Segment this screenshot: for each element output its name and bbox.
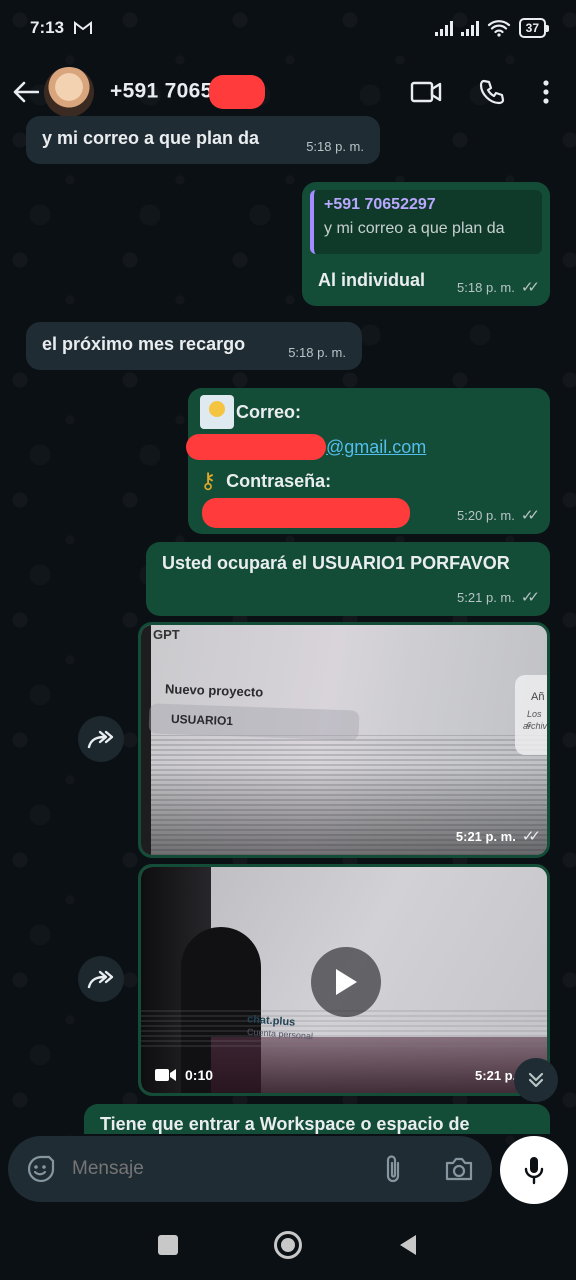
duration-text: 0:10 [185, 1067, 214, 1083]
forward-button[interactable] [78, 716, 124, 762]
photo-content: GPT Nuevo proyecto USUARIO1 Añ Los c arc… [141, 625, 547, 855]
more-options-icon[interactable] [542, 79, 550, 105]
message-incoming[interactable]: el próximo mes recargo 5:18 p. m. [26, 322, 362, 370]
voice-message-button[interactable] [500, 1136, 568, 1204]
gmail-icon [74, 21, 93, 34]
forward-icon [87, 730, 114, 749]
person-emoji-icon [200, 395, 234, 429]
message-text: el próximo mes recargo [42, 334, 246, 354]
message-input[interactable] [72, 1158, 322, 1180]
play-button[interactable] [311, 947, 381, 1017]
message-text: y mi correo a que plan da [42, 128, 260, 148]
message-time: 5:21 p. m. [457, 589, 515, 605]
status-bar: 7:13 37 [0, 0, 576, 56]
video-camera-icon [155, 1069, 176, 1081]
forward-icon [87, 970, 114, 989]
message-meta: 5:21 p. m. ✓✓ [455, 827, 541, 845]
photo-text: GPT [153, 627, 180, 642]
password-label: Contraseña: [226, 470, 332, 491]
message-meta: 5:20 p. m. ✓✓ [457, 506, 540, 524]
quoted-message[interactable]: +591 70652297 y mi correo a que plan da [310, 190, 542, 254]
message-clip: Tiene que entrar a Workspace o espacio d… [0, 1100, 576, 1134]
double-check-icon: ✓✓ [520, 279, 540, 296]
message-time: 5:20 p. m. [457, 507, 515, 523]
redaction-mark [186, 434, 326, 460]
status-time: 7:13 [30, 18, 65, 37]
message-outgoing-credentials[interactable]: Correo: @gmail.com ⚷ Contraseña: 5:20 p.… [186, 388, 550, 534]
message-incoming[interactable]: y mi correo a que plan da 5:18 p. m. [26, 116, 380, 164]
message-meta: 5:18 p. m. ✓✓ [457, 278, 540, 296]
signal-icon [434, 20, 453, 36]
back-triangle-icon[interactable] [398, 1234, 418, 1256]
double-chevron-down-icon [528, 1072, 544, 1088]
system-navigation-bar [0, 1210, 576, 1280]
email-label: Correo: [236, 401, 302, 422]
message-meta: 5:21 p. m. ✓✓ [457, 588, 540, 606]
contact-name-text: +591 7065 [110, 79, 213, 103]
signal-icon [460, 20, 479, 36]
redaction-mark [208, 75, 265, 109]
play-icon [336, 969, 357, 995]
arrow-left-icon [13, 81, 39, 103]
message-time: 5:18 p. m. [288, 345, 346, 360]
scroll-to-bottom-button[interactable] [514, 1058, 558, 1102]
attach-icon[interactable] [384, 1154, 402, 1184]
photo-text: USUARIO1 [170, 711, 234, 729]
message-time: 5:18 p. m. [457, 279, 515, 295]
quoted-sender: +591 70652297 [324, 196, 436, 213]
double-check-icon: ✓✓ [521, 828, 541, 845]
sticker-emoji-icon[interactable] [26, 1154, 56, 1184]
redaction-mark [202, 498, 410, 528]
photo-text: archiv [523, 721, 548, 731]
image-message[interactable]: GPT Nuevo proyecto USUARIO1 Añ Los c arc… [138, 622, 550, 858]
video-duration: 0:10 [155, 1067, 213, 1083]
double-check-icon: ✓✓ [520, 589, 540, 606]
contact-name[interactable]: +591 7065 [110, 75, 265, 109]
message-composer [8, 1136, 492, 1202]
home-button[interactable] [274, 1231, 302, 1259]
message-text: Tiene que entrar a Workspace o espacio d… [100, 1114, 470, 1134]
message-text: Usted ocupará el USUARIO1 PORFAVOR [162, 553, 510, 573]
message-time: 5:18 p. m. [306, 139, 364, 154]
key-icon: ⚷ [200, 468, 217, 493]
photo-text: Añ [531, 691, 545, 703]
double-check-icon: ✓✓ [520, 507, 540, 524]
video-call-icon[interactable] [410, 81, 442, 103]
battery-icon: 37 [518, 18, 550, 38]
avatar[interactable] [44, 67, 94, 117]
microphone-icon [524, 1157, 544, 1185]
camera-icon[interactable] [444, 1156, 474, 1182]
message-outgoing-reply[interactable]: +591 70652297 y mi correo a que plan da … [302, 182, 550, 306]
wifi-icon [487, 20, 510, 37]
forward-button[interactable] [78, 956, 124, 1002]
photo-text: Nuevo proyecto [164, 681, 264, 700]
recent-apps-button[interactable] [158, 1235, 178, 1255]
message-time: 5:21 p. m. [455, 828, 516, 844]
back-button[interactable] [12, 78, 40, 106]
phone-call-icon[interactable] [478, 78, 506, 106]
video-message[interactable]: chat.plus Cuenta personal 0:10 5:21 p. m… [138, 864, 550, 1096]
quoted-text: y mi correo a que plan da [324, 220, 505, 237]
message-outgoing[interactable]: Usted ocupará el USUARIO1 PORFAVOR 5:21 … [146, 542, 550, 616]
email-link[interactable]: @gmail.com [326, 437, 426, 458]
message-outgoing[interactable]: Tiene que entrar a Workspace o espacio d… [84, 1104, 550, 1134]
